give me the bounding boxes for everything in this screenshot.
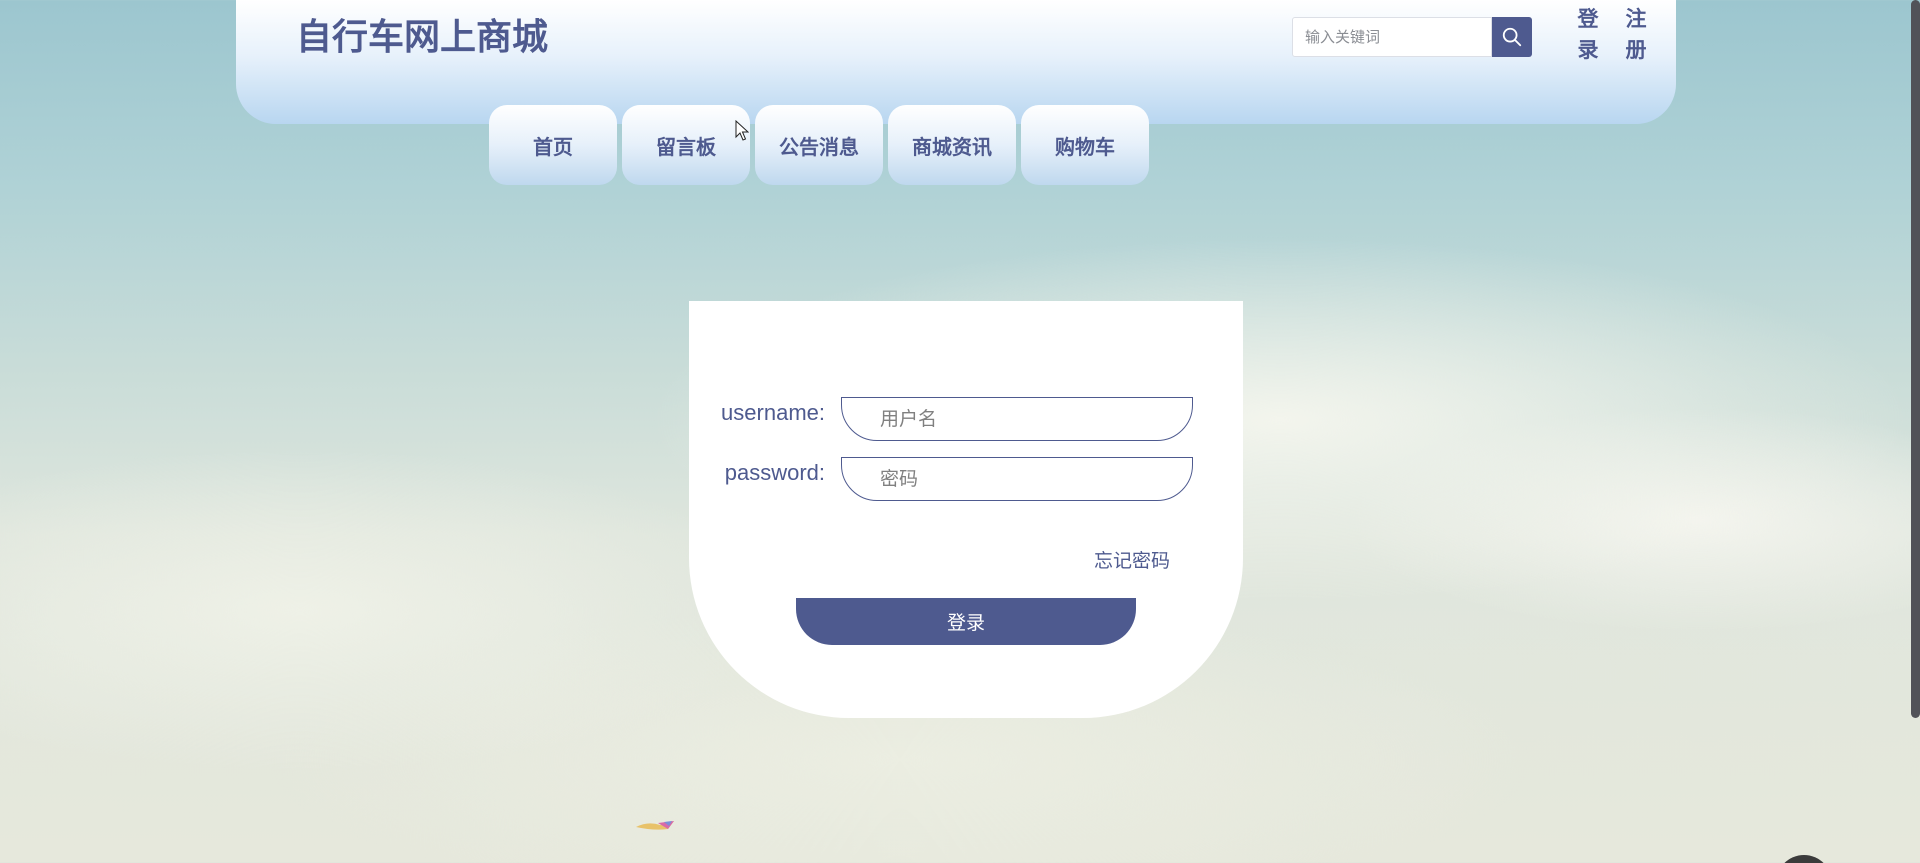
mouse-cursor-icon: [735, 120, 749, 141]
nav-item-home[interactable]: 首页: [489, 105, 617, 185]
main-nav: 首页 留言板 公告消息 商城资讯 购物车: [489, 105, 1149, 185]
nav-item-announcements[interactable]: 公告消息: [755, 105, 883, 185]
login-link[interactable]: 登录: [1576, 4, 1600, 66]
search-input[interactable]: [1292, 17, 1492, 57]
username-label: username:: [721, 400, 825, 425]
nav-item-cart[interactable]: 购物车: [1021, 105, 1149, 185]
nav-item-news[interactable]: 商城资讯: [888, 105, 1016, 185]
login-form: username: password: 忘记密码 登录: [689, 301, 1243, 718]
password-field[interactable]: [841, 457, 1193, 501]
forgot-password-link[interactable]: 忘记密码: [1094, 546, 1170, 573]
password-label: password:: [724, 460, 825, 485]
register-link[interactable]: 注册: [1624, 4, 1648, 66]
username-field[interactable]: [841, 397, 1193, 441]
kite-decoration: [636, 821, 674, 830]
login-button[interactable]: 登录: [796, 598, 1136, 645]
page-scrollbar[interactable]: [1911, 0, 1920, 718]
site-title: 自行车网上商城: [296, 17, 549, 58]
search-icon: [1502, 27, 1522, 47]
nav-item-message-board[interactable]: 留言板: [622, 105, 750, 185]
floating-widget[interactable]: [1776, 855, 1832, 863]
search-button[interactable]: [1492, 17, 1532, 57]
